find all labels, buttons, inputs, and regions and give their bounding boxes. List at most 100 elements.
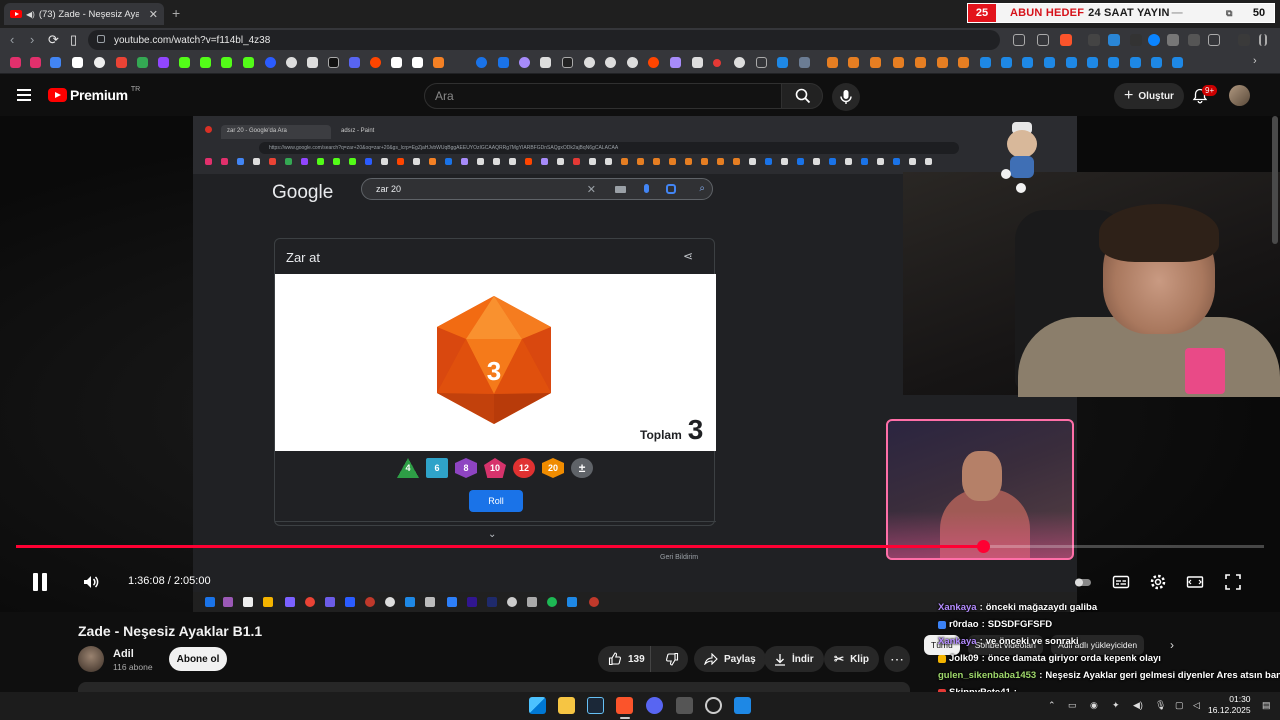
page-scrollbar[interactable] bbox=[1272, 116, 1278, 244]
extensions-puzzle-icon[interactable] bbox=[1188, 34, 1200, 46]
bookmark-icon[interactable] bbox=[848, 57, 859, 68]
download-button[interactable]: İndir bbox=[764, 646, 824, 672]
bookmark-x-icon[interactable] bbox=[328, 57, 339, 68]
tray-overflow-icon[interactable]: ⌃ bbox=[1048, 700, 1056, 711]
bookmark-icon[interactable] bbox=[827, 57, 838, 68]
pause-button[interactable] bbox=[32, 573, 48, 591]
steam-app-icon[interactable] bbox=[734, 697, 751, 714]
bookmark-icon[interactable] bbox=[286, 57, 297, 68]
forward-button[interactable]: › bbox=[30, 32, 34, 47]
notifications-icon[interactable]: ▤ bbox=[1262, 700, 1271, 711]
file-explorer-icon[interactable] bbox=[558, 697, 575, 714]
bookmark-icon[interactable] bbox=[391, 57, 402, 68]
bookmark-icon[interactable] bbox=[648, 57, 659, 68]
bookmark-icon[interactable] bbox=[670, 57, 681, 68]
steam-icon[interactable] bbox=[587, 697, 604, 714]
bookmark-steam-icon[interactable] bbox=[1022, 57, 1033, 68]
taskbar-clock[interactable]: 01:30 16.12.2025 bbox=[1208, 694, 1251, 716]
bookmark-instagram-icon[interactable] bbox=[10, 57, 21, 68]
dislike-button[interactable] bbox=[657, 652, 688, 666]
bookmark-kick-icon[interactable] bbox=[221, 57, 232, 68]
bookmark-icon[interactable] bbox=[713, 59, 721, 67]
bookmark-steam-icon[interactable] bbox=[1130, 57, 1141, 68]
media-icon[interactable] bbox=[1238, 34, 1250, 46]
menu-hamburger-icon[interactable] bbox=[17, 89, 31, 101]
extension-26-icon[interactable] bbox=[1088, 34, 1100, 46]
progress-bar[interactable] bbox=[16, 540, 1264, 553]
bookmark-icon[interactable] bbox=[937, 57, 948, 68]
create-button[interactable]: + Oluştur bbox=[1114, 83, 1184, 109]
fullscreen-icon[interactable] bbox=[1224, 573, 1242, 591]
bookmark-icon[interactable] bbox=[605, 57, 616, 68]
tray-icon[interactable]: ◉ bbox=[1090, 700, 1098, 711]
bookmark-icon[interactable] bbox=[476, 57, 487, 68]
bookmark-icon[interactable] bbox=[627, 57, 638, 68]
progress-scrubber[interactable] bbox=[976, 540, 990, 553]
bookmark-kick-icon[interactable] bbox=[200, 57, 211, 68]
extension-icon[interactable] bbox=[1167, 34, 1179, 46]
extension-icon[interactable] bbox=[1148, 34, 1160, 46]
like-button[interactable]: 139 bbox=[598, 646, 651, 672]
bookmark-steam-icon[interactable] bbox=[777, 57, 788, 68]
obs-icon[interactable] bbox=[705, 697, 722, 714]
bookmark-icon[interactable] bbox=[799, 57, 810, 68]
bookmark-drive-icon[interactable] bbox=[137, 57, 148, 68]
bookmark-icon[interactable] bbox=[349, 57, 360, 68]
bookmark-icon[interactable] bbox=[30, 57, 41, 68]
url-field[interactable]: youtube.com/watch?v=f114bl_4z38 bbox=[88, 30, 1000, 50]
bookmark-icon[interactable] bbox=[915, 57, 926, 68]
sidebar-icon[interactable] bbox=[1208, 34, 1220, 46]
bookmarks-overflow-icon[interactable]: › bbox=[1253, 55, 1257, 67]
new-tab-button[interactable]: + bbox=[172, 5, 180, 21]
tray-display-icon[interactable]: ▢ bbox=[1175, 700, 1184, 711]
bookmark-steam-icon[interactable] bbox=[1044, 57, 1055, 68]
autoplay-toggle[interactable] bbox=[1074, 573, 1092, 591]
bookmark-steam-icon[interactable] bbox=[1151, 57, 1162, 68]
back-button[interactable]: ‹ bbox=[10, 32, 14, 47]
bookmark-icon[interactable] bbox=[94, 57, 105, 68]
bookmark-icon[interactable] bbox=[734, 57, 745, 68]
bookmark-icon[interactable] bbox=[498, 57, 509, 68]
bookmark-icon[interactable] bbox=[584, 57, 595, 68]
brave-browser-icon[interactable] bbox=[616, 697, 633, 714]
description-box[interactable] bbox=[78, 682, 910, 692]
extension-icon[interactable] bbox=[1108, 34, 1120, 46]
voice-search-button[interactable] bbox=[832, 83, 860, 111]
channel-avatar[interactable] bbox=[78, 646, 104, 672]
bookmark-icon[interactable] bbox=[958, 57, 969, 68]
bookmark-amazon-icon[interactable] bbox=[412, 57, 423, 68]
subscribe-button[interactable]: Abone ol bbox=[169, 647, 227, 671]
bookmark-steam-icon[interactable] bbox=[980, 57, 991, 68]
screen-cast-icon[interactable] bbox=[1013, 34, 1025, 46]
bookmark-icon[interactable] bbox=[50, 57, 61, 68]
bookmark-twitch-icon[interactable] bbox=[158, 57, 169, 68]
bookmark-icon[interactable] bbox=[540, 57, 551, 68]
extension-icon[interactable] bbox=[1130, 34, 1142, 46]
bookmark-steam-icon[interactable] bbox=[1001, 57, 1012, 68]
minimize-icon[interactable]: ⧉ bbox=[1226, 4, 1244, 22]
tray-mic-icon[interactable]: 🎙 bbox=[1155, 700, 1166, 711]
search-button[interactable] bbox=[781, 83, 823, 109]
bookmark-icon[interactable] bbox=[433, 57, 444, 68]
bookmark-kick-icon[interactable] bbox=[243, 57, 254, 68]
windows-start-icon[interactable] bbox=[529, 697, 546, 714]
account-avatar[interactable] bbox=[1229, 85, 1250, 106]
tray-icon[interactable]: ▭ bbox=[1068, 700, 1077, 711]
bookmark-icon[interactable] bbox=[870, 57, 881, 68]
bookmark-icon[interactable] bbox=[562, 57, 573, 68]
bookmark-folder-icon[interactable] bbox=[756, 57, 767, 68]
bookmark-steam-icon[interactable] bbox=[1087, 57, 1098, 68]
theater-mode-icon[interactable] bbox=[1186, 573, 1204, 591]
share-button[interactable]: Paylaş bbox=[694, 646, 766, 672]
close-tab-icon[interactable]: ✕ bbox=[149, 8, 158, 21]
video-player[interactable]: zar 20 - Google'da Ara adsız - Paint htt… bbox=[0, 116, 1280, 612]
menu-icon[interactable] bbox=[1259, 34, 1267, 46]
discord-icon[interactable] bbox=[646, 697, 663, 714]
bookmark-gmail-icon[interactable] bbox=[116, 57, 127, 68]
site-info-icon[interactable] bbox=[97, 35, 105, 43]
bookmark-kick-icon[interactable] bbox=[179, 57, 190, 68]
subtitles-icon[interactable] bbox=[1112, 573, 1130, 591]
search-input[interactable] bbox=[425, 84, 781, 108]
tray-speaker-icon[interactable]: ◁ bbox=[1193, 700, 1200, 711]
brave-shield-icon[interactable] bbox=[1060, 34, 1072, 46]
